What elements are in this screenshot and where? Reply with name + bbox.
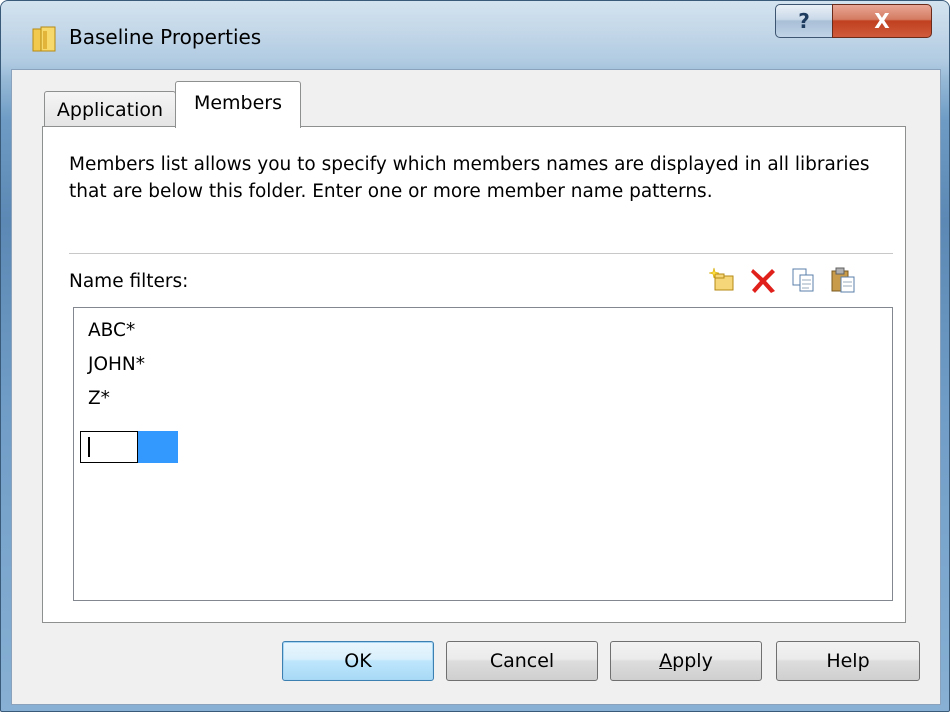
- close-button[interactable]: X: [832, 4, 932, 38]
- name-filters-list[interactable]: ABC* JOHN* Z*: [73, 307, 893, 601]
- folder-icon: [31, 25, 57, 53]
- ok-button[interactable]: OK: [282, 641, 434, 681]
- delete-icon[interactable]: [747, 264, 779, 296]
- members-description: Members list allows you to specify which…: [69, 154, 870, 202]
- cancel-button[interactable]: Cancel: [446, 641, 598, 681]
- close-icon: X: [874, 9, 890, 33]
- list-item[interactable]: Z*: [88, 388, 110, 409]
- tab-members-label: Members: [193, 92, 283, 114]
- tab-members[interactable]: Members: [175, 81, 301, 128]
- selection-highlight: [138, 431, 178, 463]
- new-filter-icon[interactable]: [707, 264, 739, 296]
- dialog-window: Baseline Properties ? X Application Memb…: [0, 0, 950, 712]
- paste-icon[interactable]: [827, 264, 859, 296]
- cancel-button-label: Cancel: [489, 650, 555, 672]
- list-item[interactable]: ABC*: [88, 320, 135, 341]
- text-caret: [88, 437, 90, 457]
- help-button[interactable]: Help: [776, 641, 920, 681]
- filters-toolbar: [707, 260, 859, 300]
- name-filters-label: Name filters:: [69, 271, 189, 292]
- ok-button-label: OK: [344, 650, 372, 672]
- apply-button-label: Apply: [659, 650, 713, 672]
- question-icon: ?: [798, 9, 810, 33]
- new-filter-edit-cell: [80, 431, 180, 463]
- list-item[interactable]: JOHN*: [88, 354, 145, 375]
- title-bar[interactable]: Baseline Properties ? X: [1, 1, 949, 71]
- copy-icon[interactable]: [787, 264, 819, 296]
- dialog-client-area: Application Members Members list allows …: [11, 69, 941, 705]
- apply-button[interactable]: Apply: [610, 641, 762, 681]
- group-divider: [69, 253, 893, 254]
- help-caption-button[interactable]: ?: [775, 4, 833, 38]
- tab-application[interactable]: Application: [44, 91, 176, 127]
- members-tab-panel: Members list allows you to specify which…: [42, 126, 906, 623]
- tab-application-label: Application: [56, 98, 164, 121]
- window-title: Baseline Properties: [69, 25, 262, 49]
- help-button-label: Help: [826, 650, 870, 672]
